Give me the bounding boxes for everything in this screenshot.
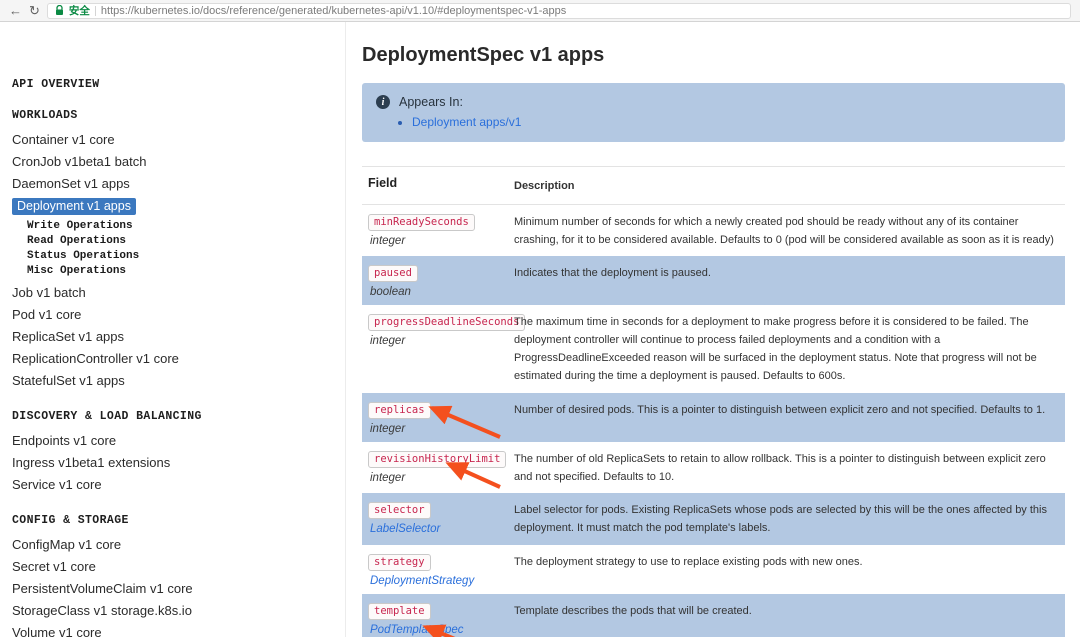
field-cell: template PodTemplateSpec xyxy=(362,601,514,636)
sidebar-header-config-storage: CONFIG & STORAGE xyxy=(12,514,129,527)
row-strategy: strategy DeploymentStrategy The deployme… xyxy=(362,545,1065,594)
fields-table: Field Description minReadySeconds intege… xyxy=(362,166,1065,637)
secure-label: 安全 xyxy=(68,5,90,17)
sidebar-item-replicaset-v1-apps[interactable]: ReplicaSet v1 apps xyxy=(12,326,345,348)
sidebar-subitem-write-operations[interactable]: Write Operations xyxy=(12,219,345,234)
sidebar-header-api-overview: API OVERVIEW xyxy=(12,78,100,91)
sidebar-subitem-read-operations[interactable]: Read Operations xyxy=(12,234,345,249)
appears-in-link[interactable]: Deployment apps/v1 xyxy=(412,115,521,129)
sidebar-item-endpoints-v1-core[interactable]: Endpoints v1 core xyxy=(12,430,345,452)
appears-in-list-item: Deployment apps/v1 xyxy=(412,115,1051,129)
sidebar-item-configmap-v1-core[interactable]: ConfigMap v1 core xyxy=(12,534,345,556)
appears-in-label: Appears In: xyxy=(399,95,463,109)
field-cell: selector LabelSelector xyxy=(362,500,514,538)
field-description: Indicates that the deployment is paused. xyxy=(514,267,711,280)
sidebar-item-ingress-v1beta1-extensions[interactable]: Ingress v1beta1 extensions xyxy=(12,452,345,474)
row-paused: paused boolean Indicates that the deploy… xyxy=(362,256,1065,306)
sidebar-header-workloads: WORKLOADS xyxy=(12,109,78,122)
field-description: Minimum number of seconds for which a ne… xyxy=(514,215,1054,246)
appears-in-box: i Appears In: Deployment apps/v1 xyxy=(362,83,1065,142)
field-cell: minReadySeconds integer xyxy=(362,212,514,250)
field-name-code: strategy xyxy=(368,553,431,571)
field-name-code: selector xyxy=(368,502,431,520)
row-progressDeadlineSeconds: progressDeadlineSeconds integer The maxi… xyxy=(362,305,1065,392)
sidebar-item-label-selected: Deployment v1 apps xyxy=(12,198,136,215)
sidebar-item-job-v1-batch[interactable]: Job v1 batch xyxy=(12,282,345,304)
field-description: Template describes the pods that will be… xyxy=(514,604,752,617)
field-description: The maximum time in seconds for a deploy… xyxy=(514,316,1037,382)
field-description: Label selector for pods. Existing Replic… xyxy=(514,504,1047,535)
field-description: Number of desired pods. This is a pointe… xyxy=(514,403,1046,416)
field-name-code: progressDeadlineSeconds xyxy=(368,314,526,332)
main-content: DeploymentSpec v1 apps i Appears In: Dep… xyxy=(345,22,1080,637)
sidebar-item-container-v1-core[interactable]: Container v1 core xyxy=(12,129,345,151)
field-cell: progressDeadlineSeconds integer xyxy=(362,312,526,385)
sidebar-nav: API OVERVIEW WORKLOADS Container v1 core… xyxy=(0,22,345,637)
row-template: template PodTemplateSpec Template descri… xyxy=(362,593,1065,637)
field-cell: strategy DeploymentStrategy xyxy=(362,552,514,587)
back-icon[interactable]: ← xyxy=(9,4,22,17)
url-separator xyxy=(94,5,96,16)
row-selector: selector LabelSelector Label selector fo… xyxy=(362,493,1065,545)
row-revisionHistoryLimit: revisionHistoryLimit integer The number … xyxy=(362,442,1065,494)
field-name-code: replicas xyxy=(368,401,431,419)
reload-icon[interactable]: ↻ xyxy=(29,4,40,17)
row-minReadySeconds: minReadySeconds integer Minimum number o… xyxy=(362,205,1065,257)
sidebar-item-service-v1-core[interactable]: Service v1 core xyxy=(12,474,345,496)
field-type-link[interactable]: DeploymentStrategy xyxy=(368,575,514,587)
sidebar-item-cronjob-v1beta1-batch[interactable]: CronJob v1beta1 batch xyxy=(12,151,345,173)
browser-chrome: ← ↻ 安全 https://kubernetes.io/docs/refere… xyxy=(0,0,1080,22)
table-header-row: Field Description xyxy=(362,167,1065,205)
lock-icon xyxy=(55,5,64,16)
field-description: The number of old ReplicaSets to retain … xyxy=(514,452,1046,483)
address-bar[interactable]: 安全 https://kubernetes.io/docs/reference/… xyxy=(46,2,1071,19)
sidebar-item-replicationcontroller-v1-core[interactable]: ReplicationController v1 core xyxy=(12,348,345,370)
field-description: The deployment strategy to use to replac… xyxy=(514,555,863,568)
field-cell: paused boolean xyxy=(362,263,514,298)
sidebar-subitem-status-operations[interactable]: Status Operations xyxy=(12,249,345,264)
info-icon: i xyxy=(376,95,390,109)
field-cell: replicas integer xyxy=(362,400,514,435)
sidebar-item-storageclass-v1-storage-k8s-io[interactable]: StorageClass v1 storage.k8s.io xyxy=(12,600,345,622)
url-text: https://kubernetes.io/docs/reference/gen… xyxy=(100,4,567,17)
sidebar-item-pod-v1-core[interactable]: Pod v1 core xyxy=(12,304,345,326)
field-type: boolean xyxy=(370,286,411,299)
field-type: integer xyxy=(370,471,406,484)
field-name-code: minReadySeconds xyxy=(368,213,475,231)
column-header-description: Description xyxy=(514,180,575,192)
sidebar-item-persistentvolumeclaim-v1-core[interactable]: PersistentVolumeClaim v1 core xyxy=(12,578,345,600)
field-cell: revisionHistoryLimit integer xyxy=(362,449,514,487)
row-replicas: replicas integer Number of desired pods.… xyxy=(362,392,1065,442)
sidebar-item-daemonset-v1-apps[interactable]: DaemonSet v1 apps xyxy=(12,173,345,195)
sidebar-item-volume-v1-core[interactable]: Volume v1 core xyxy=(12,622,345,637)
page-title: DeploymentSpec v1 apps xyxy=(362,44,605,66)
column-header-field: Field xyxy=(368,176,398,190)
field-type-link[interactable]: PodTemplateSpec xyxy=(368,624,514,636)
sidebar-item-statefulset-v1-apps[interactable]: StatefulSet v1 apps xyxy=(12,370,345,392)
field-type: integer xyxy=(370,335,406,348)
field-type: integer xyxy=(370,422,406,435)
sidebar-item-deployment-v1-apps[interactable]: Deployment v1 apps xyxy=(12,195,345,217)
sidebar-header-discovery-load-balancing: DISCOVERY & LOAD BALANCING xyxy=(12,410,202,423)
field-name-code: paused xyxy=(368,265,418,283)
field-name-code: revisionHistoryLimit xyxy=(368,450,507,468)
field-type-link[interactable]: LabelSelector xyxy=(368,523,514,535)
field-type: integer xyxy=(370,234,406,247)
field-name-code: template xyxy=(368,602,431,620)
sidebar-item-secret-v1-core[interactable]: Secret v1 core xyxy=(12,556,345,578)
sidebar-subitem-misc-operations[interactable]: Misc Operations xyxy=(12,264,345,279)
